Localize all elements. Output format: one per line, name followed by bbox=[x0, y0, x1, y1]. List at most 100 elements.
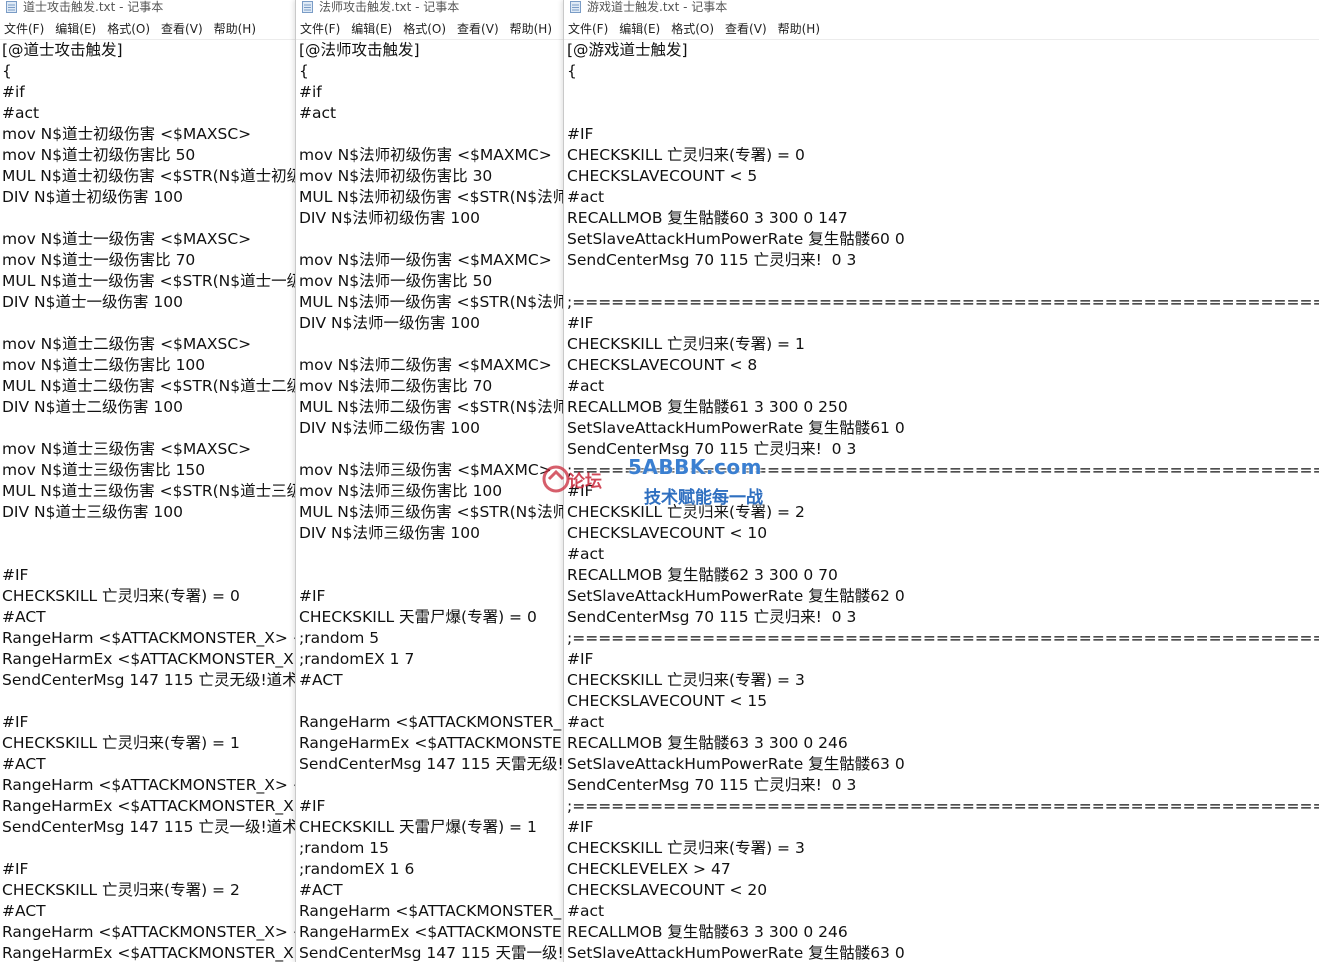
text-editor[interactable]: [@游戏道士触发] {#IF CHECKSKILL 亡灵归来(专署) = 0 CHEC… bbox=[564, 40, 1319, 962]
window-title: 法师攻击触发.txt - 记事本 bbox=[319, 0, 460, 14]
text-line: mov N$道士初级伤害 <$MAXSC> bbox=[2, 125, 252, 143]
text-line: ;randomEX 1 6 bbox=[299, 860, 415, 878]
menu-view[interactable]: 查看(V) bbox=[453, 18, 503, 39]
menu-view[interactable]: 查看(V) bbox=[721, 18, 771, 39]
menu-view[interactable]: 查看(V) bbox=[157, 18, 207, 39]
text-line: { bbox=[299, 62, 309, 80]
window-title: 游戏道士触发.txt - 记事本 bbox=[587, 0, 728, 14]
text-line: #IF bbox=[2, 860, 29, 878]
text-line bbox=[299, 334, 564, 355]
text-line: CHECKSKILL 天雷尸爆(专署) = 0 bbox=[299, 608, 537, 626]
text-line: mov N$法师一级伤害 <$MAXMC> bbox=[299, 251, 552, 269]
text-line: #if bbox=[299, 83, 322, 101]
text-line: mov N$法师二级伤害比 70 bbox=[299, 377, 493, 395]
text-line: mov N$法师初级伤害 <$MAXMC> bbox=[299, 146, 552, 164]
title-bar[interactable]: 道士攻击触发.txt - 记事本 bbox=[0, 0, 296, 18]
text-line bbox=[2, 313, 296, 334]
text-line: [@法师攻击触发] bbox=[299, 41, 420, 59]
text-line: SetSlaveAttackHumPowerRate 复生骷髅62 0 bbox=[567, 587, 905, 605]
text-line: MUL N$道士三级伤害 <$STR(N$道士三级 bbox=[2, 482, 296, 500]
text-line: CHECKSLAVECOUNT < 5 bbox=[567, 167, 758, 185]
text-line: CHECKLEVELEX > 47 bbox=[567, 860, 731, 878]
text-line: RangeHarm <$ATTACKMONSTER_X> < bbox=[2, 923, 296, 941]
menu-bar: 文件(F) 编辑(E) 格式(O) 查看(V) 帮助(H) bbox=[564, 18, 1319, 40]
text-line: MUL N$法师二级伤害 <$STR(N$法师 bbox=[299, 398, 564, 416]
text-editor[interactable]: [@法师攻击触发] {#if #act mov N$法师初级伤害 <$MAXMC> mo… bbox=[296, 40, 564, 962]
text-line bbox=[567, 271, 1319, 292]
title-bar[interactable]: 法师攻击触发.txt - 记事本 bbox=[296, 0, 564, 18]
text-line: RECALLMOB 复生骷髅63 3 300 0 246 bbox=[567, 734, 848, 752]
text-line: #ACT bbox=[299, 881, 343, 899]
text-line: MUL N$法师三级伤害 <$STR(N$法师 bbox=[299, 503, 564, 521]
text-line: ;=======================================… bbox=[567, 293, 1319, 311]
text-line: DIV N$法师初级伤害 100 bbox=[299, 209, 481, 227]
text-line: RangeHarm <$ATTACKMONSTER_X> < bbox=[2, 629, 296, 647]
text-line: CHECKSKILL 亡灵归来(专署) = 2 bbox=[567, 503, 805, 521]
text-line: DIV N$道士三级伤害 100 bbox=[2, 503, 184, 521]
menu-format[interactable]: 格式(O) bbox=[399, 18, 450, 39]
text-line: SendCenterMsg 147 115 天雷一级! bbox=[299, 944, 564, 962]
text-line: MUL N$法师一级伤害 <$STR(N$法师 bbox=[299, 293, 564, 311]
text-line: #ACT bbox=[2, 902, 46, 920]
text-line: MUL N$道士二级伤害 <$STR(N$道士二级 bbox=[2, 377, 296, 395]
text-line: #IF bbox=[567, 314, 594, 332]
text-line bbox=[299, 439, 564, 460]
text-line: CHECKSKILL 天雷尸爆(专署) = 1 bbox=[299, 818, 537, 836]
text-line: SendCenterMsg 147 115 亡灵无级!道术 bbox=[2, 671, 296, 689]
menu-file[interactable]: 文件(F) bbox=[564, 18, 612, 39]
menu-format[interactable]: 格式(O) bbox=[103, 18, 154, 39]
text-line bbox=[299, 775, 564, 796]
menu-bar: 文件(F) 编辑(E) 格式(O) 查看(V) 帮助(H) bbox=[296, 18, 564, 40]
text-line: #ACT bbox=[2, 755, 46, 773]
text-line: mov N$法师初级伤害比 30 bbox=[299, 167, 493, 185]
text-line bbox=[2, 418, 296, 439]
text-line: CHECKSLAVECOUNT < 20 bbox=[567, 881, 768, 899]
text-line: RangeHarmEx <$ATTACKMONSTE bbox=[299, 923, 562, 941]
text-line: SetSlaveAttackHumPowerRate 复生骷髅63 0 bbox=[567, 944, 905, 962]
text-line: RangeHarmEx <$ATTACKMONSTER_X: bbox=[2, 797, 296, 815]
text-line: SendCenterMsg 70 115 亡灵归来! 0 3 bbox=[567, 251, 857, 269]
menu-help[interactable]: 帮助(H) bbox=[506, 18, 556, 39]
text-line: #act bbox=[567, 902, 605, 920]
text-line: RECALLMOB 复生骷髅60 3 300 0 147 bbox=[567, 209, 848, 227]
text-line: SendCenterMsg 70 115 亡灵归来! 0 3 bbox=[567, 608, 857, 626]
menu-bar: 文件(F) 编辑(E) 格式(O) 查看(V) 帮助(H) bbox=[0, 18, 296, 40]
text-line: CHECKSKILL 亡灵归来(专署) = 1 bbox=[567, 335, 805, 353]
title-bar[interactable]: 游戏道士触发.txt - 记事本 bbox=[564, 0, 1319, 18]
text-line: RECALLMOB 复生骷髅61 3 300 0 250 bbox=[567, 398, 848, 416]
menu-format[interactable]: 格式(O) bbox=[667, 18, 718, 39]
text-line: CHECKSKILL 亡灵归来(专署) = 0 bbox=[567, 146, 805, 164]
text-line: SendCenterMsg 147 115 亡灵一级!道术 bbox=[2, 818, 296, 836]
menu-file[interactable]: 文件(F) bbox=[296, 18, 344, 39]
text-line: mov N$道士一级伤害比 70 bbox=[2, 251, 196, 269]
window-title: 道士攻击触发.txt - 记事本 bbox=[23, 0, 164, 14]
text-line: DIV N$法师三级伤害 100 bbox=[299, 524, 481, 542]
menu-help[interactable]: 帮助(H) bbox=[210, 18, 260, 39]
text-line: SendCenterMsg 147 115 天雷无级! bbox=[299, 755, 564, 773]
text-line: #act bbox=[2, 104, 40, 122]
menu-edit[interactable]: 编辑(E) bbox=[347, 18, 396, 39]
text-line bbox=[2, 691, 296, 712]
notepad-icon bbox=[570, 1, 581, 13]
text-line: mov N$道士三级伤害 <$MAXSC> bbox=[2, 440, 252, 458]
text-line: mov N$道士二级伤害 <$MAXSC> bbox=[2, 335, 252, 353]
text-editor[interactable]: [@道士攻击触发] {#if #act mov N$道士初级伤害 <$MAXSC> mo… bbox=[0, 40, 296, 962]
notepad-icon bbox=[6, 1, 17, 13]
menu-edit[interactable]: 编辑(E) bbox=[615, 18, 664, 39]
text-line: [@道士攻击触发] bbox=[2, 41, 123, 59]
menu-edit[interactable]: 编辑(E) bbox=[51, 18, 100, 39]
text-line: DIV N$法师二级伤害 100 bbox=[299, 419, 481, 437]
text-line: RECALLMOB 复生骷髅62 3 300 0 70 bbox=[567, 566, 838, 584]
text-line: #ACT bbox=[2, 608, 46, 626]
text-line: mov N$道士二级伤害比 100 bbox=[2, 356, 206, 374]
text-line: #ACT bbox=[299, 671, 343, 689]
text-line: #act bbox=[567, 188, 605, 206]
text-line: CHECKSKILL 亡灵归来(专署) = 1 bbox=[2, 734, 240, 752]
menu-file[interactable]: 文件(F) bbox=[0, 18, 48, 39]
text-line: mov N$法师三级伤害 <$MAXMC> bbox=[299, 461, 552, 479]
text-line: mov N$道士一级伤害 <$MAXSC> bbox=[2, 230, 252, 248]
text-line: RECALLMOB 复生骷髅63 3 300 0 246 bbox=[567, 923, 848, 941]
text-line: #IF bbox=[2, 566, 29, 584]
menu-help[interactable]: 帮助(H) bbox=[774, 18, 824, 39]
text-line: { bbox=[567, 62, 577, 80]
